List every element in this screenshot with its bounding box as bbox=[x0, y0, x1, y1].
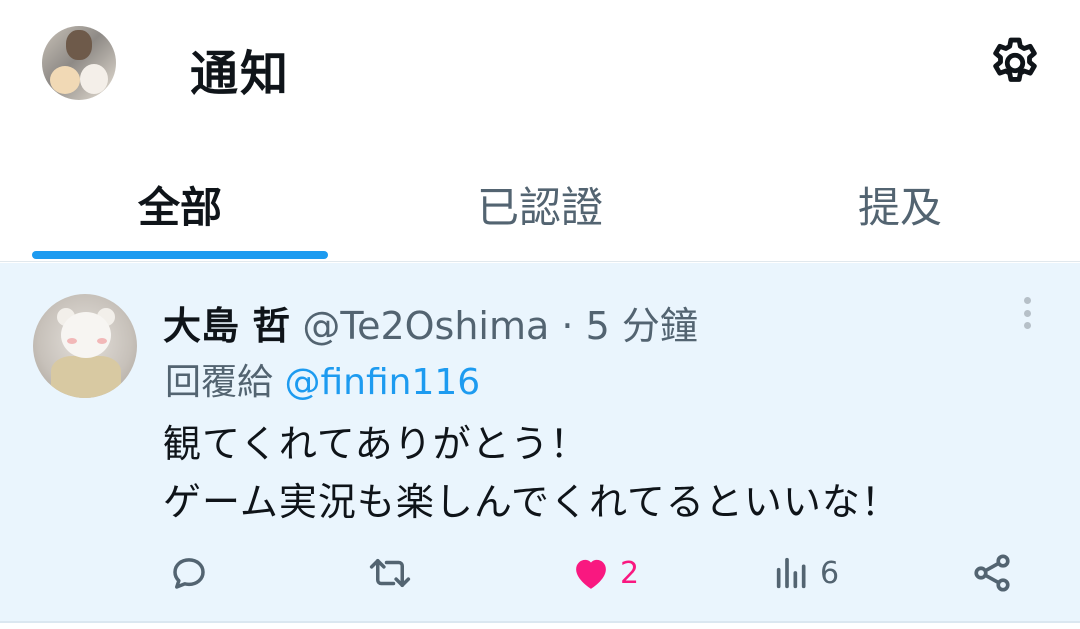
tweet-actions: 2 6 bbox=[0, 545, 1080, 601]
analytics-icon bbox=[776, 557, 806, 589]
like-count: 2 bbox=[620, 555, 640, 591]
views-button[interactable]: 6 bbox=[772, 545, 839, 601]
tweet-text-line: 観てくれてありがとう！ bbox=[163, 422, 589, 466]
share-icon bbox=[974, 554, 1010, 592]
like-button[interactable]: 2 bbox=[570, 545, 639, 601]
tab-label: 全部 bbox=[137, 183, 222, 232]
reply-button[interactable] bbox=[168, 545, 218, 601]
tab-label: 提及 bbox=[857, 183, 942, 232]
notification-item[interactable]: 大島 哲 @Te2Oshima · 5 分鐘 回覆給 @finfin116 観て… bbox=[0, 263, 1080, 623]
timestamp: 5 分鐘 bbox=[585, 304, 698, 348]
user-avatar[interactable] bbox=[33, 294, 137, 398]
reply-mention-link[interactable]: @finfin116 bbox=[284, 362, 480, 403]
tab-label: 已認證 bbox=[476, 183, 603, 232]
separator-dot: · bbox=[561, 304, 574, 348]
tweet-text-line: ゲーム実況も楽しんでくれてるといいな！ bbox=[163, 480, 900, 524]
heart-filled-icon bbox=[576, 559, 606, 589]
more-options-icon[interactable] bbox=[1008, 293, 1046, 333]
reply-context: 回覆給 @finfin116 bbox=[165, 353, 480, 405]
tweet-header: 大島 哲 @Te2Oshima · 5 分鐘 bbox=[163, 295, 698, 350]
share-button[interactable] bbox=[970, 545, 1014, 601]
notification-tabs: 全部 已認證 提及 bbox=[0, 150, 1080, 262]
profile-avatar[interactable] bbox=[42, 26, 116, 100]
retweet-icon bbox=[369, 559, 411, 587]
tab-all[interactable]: 全部 bbox=[0, 150, 360, 260]
tweet-text: 観てくれてありがとう！ ゲーム実況も楽しんでくれてるといいな！ bbox=[163, 415, 900, 531]
display-name[interactable]: 大島 哲 bbox=[163, 304, 290, 348]
user-handle[interactable]: @Te2Oshima bbox=[302, 304, 549, 348]
gear-icon[interactable] bbox=[986, 34, 1044, 92]
tab-verified[interactable]: 已認證 bbox=[360, 150, 720, 260]
top-app-bar: 通知 bbox=[0, 0, 1080, 130]
active-tab-indicator bbox=[32, 251, 328, 259]
view-count: 6 bbox=[820, 555, 840, 591]
tab-mentions[interactable]: 提及 bbox=[720, 150, 1080, 260]
reply-icon bbox=[173, 558, 205, 589]
page-title: 通知 bbox=[190, 46, 291, 102]
reply-prefix: 回覆給 bbox=[165, 362, 285, 403]
retweet-button[interactable] bbox=[366, 545, 422, 601]
